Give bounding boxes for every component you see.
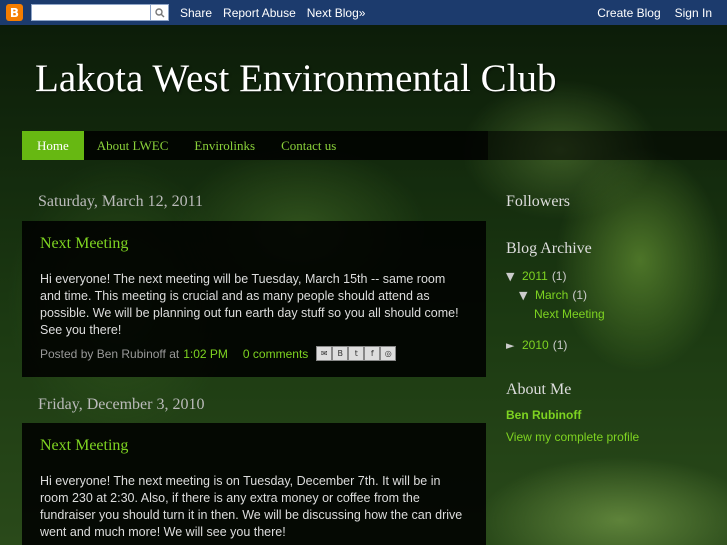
blog-title[interactable]: Lakota West Environmental Club [35, 56, 556, 101]
sign-in-link[interactable]: Sign In [675, 6, 712, 20]
collapse-toggle-icon[interactable]: ▼ [519, 289, 535, 302]
tabs-bar-background [488, 131, 727, 160]
collapse-toggle-icon[interactable]: ▼ [506, 270, 522, 283]
blog-post: Next Meeting Hi everyone! The next meeti… [22, 423, 486, 545]
post-title[interactable]: Next Meeting [40, 437, 468, 455]
share-buttons: ✉ B t f ◎ [316, 346, 397, 361]
archive-link-2010[interactable]: 2010 [522, 338, 549, 352]
archive-year-2011: ▼ 2011 (1) [506, 269, 566, 283]
page-tabs: Home About LWEC Envirolinks Contact us [22, 131, 488, 160]
tab-about-lwec[interactable]: About LWEC [84, 131, 182, 160]
tab-contact-us[interactable]: Contact us [268, 131, 349, 160]
post-body: Hi everyone! The next meeting is on Tues… [40, 474, 463, 539]
archive-count: (1) [572, 288, 588, 302]
tab-home[interactable]: Home [22, 131, 84, 160]
twitter-icon[interactable]: t [348, 346, 365, 361]
report-abuse-link[interactable]: Report Abuse [223, 6, 296, 20]
archive-link-2011[interactable]: 2011 [522, 269, 548, 283]
archive-month-march: ▼ March (1) [519, 288, 587, 302]
create-blog-link[interactable]: Create Blog [597, 6, 660, 20]
archive-link-march[interactable]: March [535, 288, 568, 302]
view-profile-link[interactable]: View my complete profile [506, 430, 639, 444]
facebook-icon[interactable]: f [364, 346, 381, 361]
tab-envirolinks[interactable]: Envirolinks [181, 131, 268, 160]
post-body: Hi everyone! The next meeting will be Tu… [40, 272, 459, 337]
post-footer: Posted by Ben Rubinoff at 1:02 PM 0 comm… [40, 346, 468, 361]
date-header: Saturday, March 12, 2011 [38, 193, 203, 210]
followers-heading: Followers [506, 193, 570, 210]
comments-link[interactable]: 0 comments [243, 347, 308, 361]
search-input[interactable] [31, 4, 151, 21]
date-header: Friday, December 3, 2010 [38, 396, 205, 413]
blogger-logo-icon[interactable]: B [6, 4, 23, 21]
archive-year-2010: ► 2010 (1) [506, 338, 567, 352]
archive-count: (1) [552, 338, 568, 352]
archive-post-item: Next Meeting [534, 307, 605, 321]
blogthis-icon[interactable]: B [332, 346, 349, 361]
email-icon[interactable]: ✉ [316, 346, 333, 361]
post-time-link[interactable]: 1:02 PM [183, 347, 228, 361]
blog-post: Next Meeting Hi everyone! The next meeti… [22, 221, 486, 377]
search-icon[interactable] [151, 4, 169, 21]
buzz-icon[interactable]: ◎ [380, 346, 397, 361]
share-link[interactable]: Share [180, 6, 212, 20]
profile-name-link[interactable]: Ben Rubinoff [506, 408, 581, 422]
post-author: Posted by Ben Rubinoff at [40, 346, 180, 361]
next-blog-link[interactable]: Next Blog» [307, 6, 366, 20]
archive-post-link[interactable]: Next Meeting [534, 307, 605, 321]
about-me-heading: About Me [506, 381, 572, 398]
expand-toggle-icon[interactable]: ► [506, 339, 522, 352]
archive-count: (1) [551, 269, 567, 283]
post-title[interactable]: Next Meeting [40, 235, 468, 253]
blog-archive-heading: Blog Archive [506, 240, 592, 257]
blogger-navbar: B Share Report Abuse Next Blog» Create B… [0, 0, 727, 25]
